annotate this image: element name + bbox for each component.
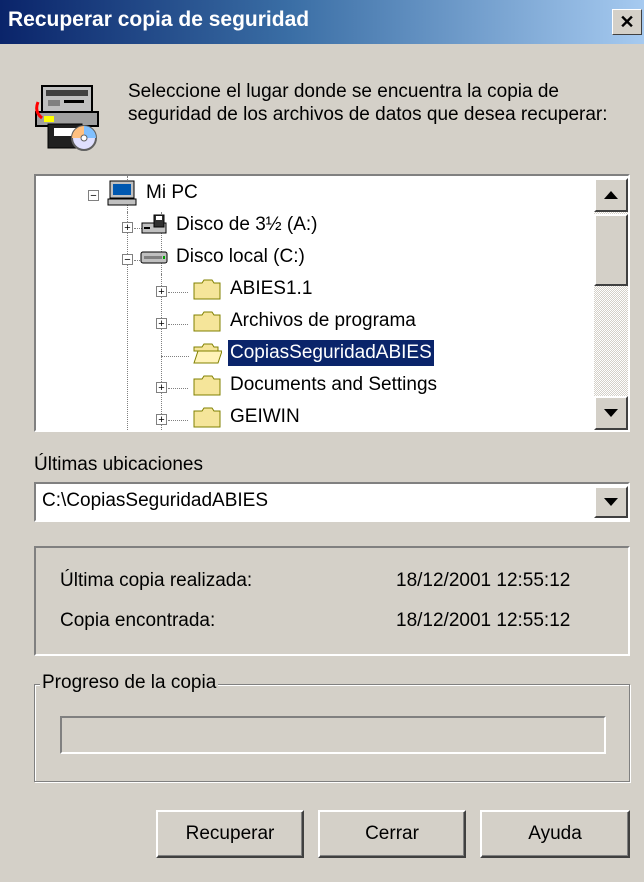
found-copy-value: 18/12/2001 12:55:12	[396, 610, 571, 631]
computer-icon	[107, 180, 137, 206]
tree-item-label: GEIWIN	[230, 406, 300, 427]
title-bar[interactable]: Recuperar copia de seguridad ✕	[0, 0, 644, 44]
window-title: Recuperar copia de seguridad	[8, 8, 310, 31]
folder-icon	[193, 375, 221, 396]
tree-item-floppy[interactable]: Disco de 3½ (A:)	[140, 210, 320, 240]
folder-icon	[193, 407, 221, 428]
tree-item-label: Mi PC	[146, 182, 198, 203]
found-copy-label: Copia encontrada:	[60, 610, 216, 631]
scroll-up-button[interactable]	[594, 178, 628, 212]
tree-item-mi-pc[interactable]: Mi PC	[106, 178, 200, 208]
scroll-down-button[interactable]	[594, 396, 628, 430]
arrow-up-icon	[604, 191, 618, 199]
tree-item-label: ABIES1.1	[230, 278, 313, 299]
expander-mi-pc[interactable]: −	[88, 190, 99, 202]
last-copy-value: 18/12/2001 12:55:12	[396, 570, 571, 591]
scroll-thumb[interactable]	[594, 214, 628, 286]
recover-button[interactable]: Recuperar	[156, 810, 304, 858]
backup-restore-icon	[35, 85, 99, 151]
tree-item-geiwin[interactable]: GEIWIN	[192, 402, 302, 430]
close-icon: ✕	[619, 11, 635, 32]
last-locations-value: C:\CopiasSeguridadABIES	[42, 490, 269, 511]
expander-local-disk[interactable]: −	[122, 254, 133, 266]
chevron-down-icon	[604, 498, 618, 506]
combobox-dropdown-button[interactable]	[594, 486, 628, 518]
expander-documents[interactable]: +	[156, 382, 167, 394]
expander-abies[interactable]: +	[156, 286, 167, 298]
last-copy-label: Última copia realizada:	[60, 570, 253, 591]
help-button[interactable]: Ayuda	[480, 810, 630, 858]
close-button[interactable]: ✕	[612, 9, 642, 35]
tree-item-local-disk[interactable]: Disco local (C:)	[140, 242, 307, 272]
tree-item-label-selected: CopiasSeguridadABIES	[227, 339, 435, 367]
tree-item-abies[interactable]: ABIES1.1	[192, 274, 314, 304]
tree-item-label: Archivos de programa	[230, 310, 416, 331]
tree-scrollbar[interactable]	[594, 178, 628, 430]
arrow-down-icon	[604, 409, 618, 417]
floppy-drive-icon	[141, 214, 167, 234]
folder-tree[interactable]: − Mi PC + Disco de 3½ (A:) − Disco local…	[34, 174, 630, 432]
last-locations-label: Últimas ubicaciones	[34, 454, 203, 475]
instructions-text: Seleccione el lugar donde se encuentra l…	[128, 81, 608, 125]
hard-drive-icon	[140, 251, 168, 264]
close-dialog-button[interactable]: Cerrar	[318, 810, 466, 858]
tree-item-program-files[interactable]: Archivos de programa	[192, 306, 418, 336]
tree-item-documents[interactable]: Documents and Settings	[192, 370, 439, 400]
tree-item-copias-seguridad[interactable]: CopiasSeguridadABIES	[192, 338, 435, 368]
backup-info-panel	[34, 546, 630, 656]
folder-icon	[193, 279, 221, 300]
tree-item-label: Disco local (C:)	[176, 246, 305, 267]
expander-program-files[interactable]: +	[156, 318, 167, 330]
copy-progress-bar	[60, 716, 606, 754]
expander-floppy[interactable]: +	[122, 222, 133, 234]
last-locations-combobox[interactable]: C:\CopiasSeguridadABIES	[34, 482, 630, 522]
progress-group-title: Progreso de la copia	[40, 672, 219, 694]
folder-icon	[193, 311, 221, 332]
expander-geiwin[interactable]: +	[156, 414, 167, 426]
open-folder-icon	[193, 343, 222, 364]
tree-item-label: Documents and Settings	[230, 374, 438, 395]
tree-item-label: Disco de 3½ (A:)	[176, 214, 318, 235]
